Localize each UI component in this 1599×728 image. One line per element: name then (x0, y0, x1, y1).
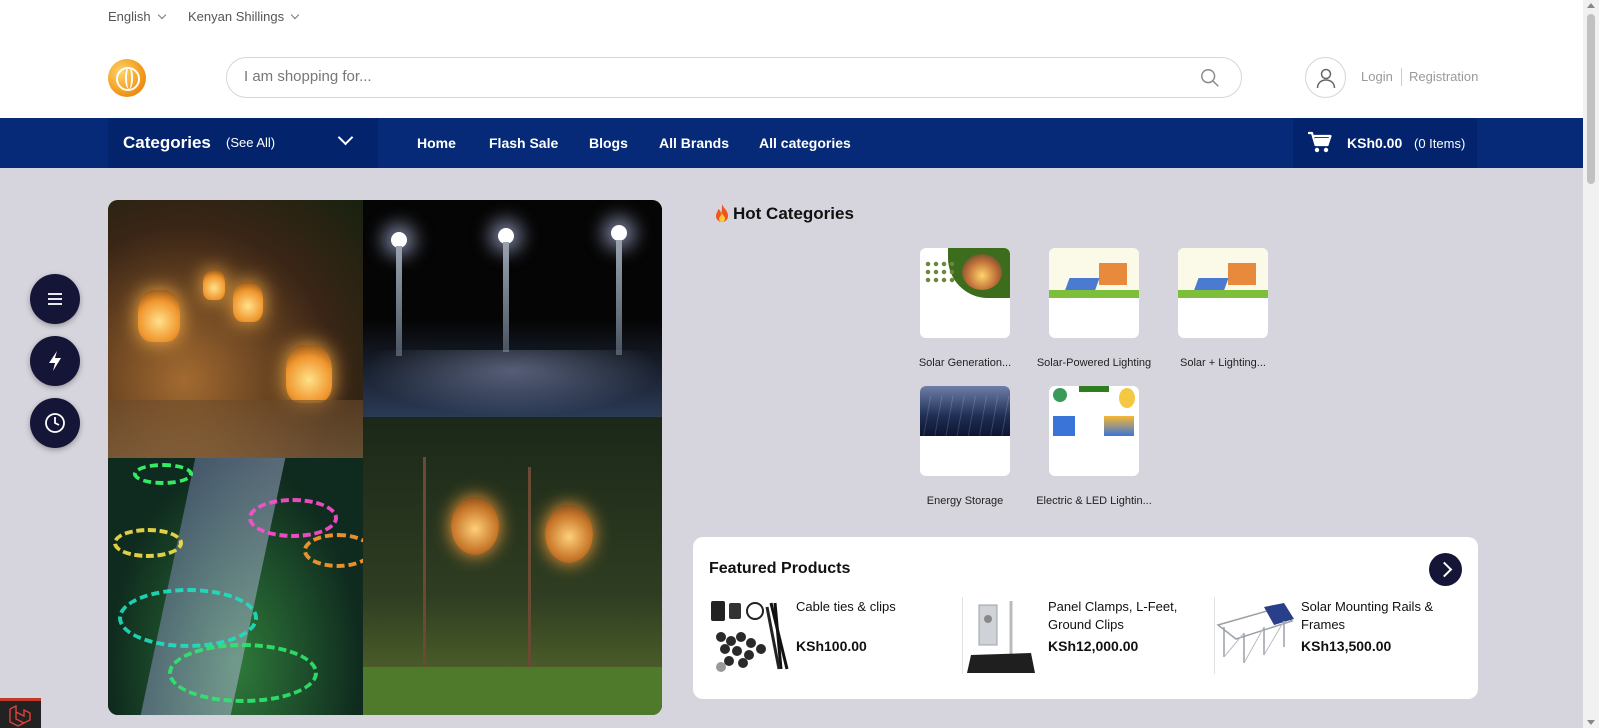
language-selector[interactable]: English (108, 9, 166, 24)
banner-image-hanging-lanterns (363, 417, 662, 715)
banner-image-path-lights (108, 458, 363, 715)
main-nav: Categories (See All) Home Flash Sale Blo… (0, 118, 1583, 168)
clock-icon (45, 413, 65, 433)
product-card[interactable]: Solar Mounting Rails & Frames KSh13,500.… (1214, 597, 1464, 677)
header: Login Registration (0, 32, 1583, 118)
menu-button[interactable] (30, 274, 80, 324)
debug-bar-logo[interactable] (0, 698, 41, 728)
categories-title: Categories (123, 133, 211, 152)
currency-selector[interactable]: Kenyan Shillings (188, 9, 300, 24)
cart-amount: KSh0.00 (1347, 135, 1403, 151)
registration-link[interactable]: Registration (1409, 69, 1478, 84)
user-avatar[interactable] (1305, 57, 1346, 98)
product-name: Panel Clamps, L-Feet, Ground Clips (1048, 599, 1178, 632)
see-all-link[interactable]: (See All) (226, 135, 275, 150)
cart-button[interactable]: KSh0.00 (0 Items) (1293, 118, 1477, 168)
category-card-solar-generation[interactable] (920, 248, 1010, 338)
laravel-icon (9, 704, 31, 727)
hot-categories-label: Hot Categories (733, 204, 854, 223)
nav-link-all-categories[interactable]: All categories (759, 135, 851, 151)
category-label[interactable]: Energy Storage (903, 495, 1027, 507)
scrollbar-thumb[interactable] (1587, 14, 1595, 184)
nav-link-all-brands[interactable]: All Brands (659, 135, 729, 151)
product-image-panel-clamps (967, 601, 1035, 673)
category-card-electric-led-lighting[interactable] (1049, 386, 1139, 476)
cart-icon (1308, 131, 1332, 153)
lightning-icon (49, 351, 61, 371)
menu-icon (48, 293, 62, 305)
featured-products: Featured Products Cable ties & clips KSh… (693, 537, 1478, 699)
search-input[interactable] (244, 68, 1144, 85)
nav-link-home[interactable]: Home (417, 135, 456, 151)
category-card-solar-plus-lighting[interactable] (1178, 248, 1268, 338)
login-link[interactable]: Login (1361, 69, 1393, 84)
hero-banner[interactable] (108, 200, 662, 715)
product-name: Solar Mounting Rails & Frames (1301, 599, 1434, 632)
product-card[interactable]: Panel Clamps, L-Feet, Ground Clips KSh12… (961, 597, 1211, 677)
chevron-down-icon (157, 10, 166, 20)
site-logo[interactable] (108, 59, 146, 97)
nav-link-blogs[interactable]: Blogs (589, 135, 628, 151)
category-label[interactable]: Solar Generation... (903, 357, 1027, 369)
banner-image-lamp-posts (363, 200, 662, 417)
nav-link-flash-sale[interactable]: Flash Sale (489, 135, 558, 151)
language-label: English (108, 9, 151, 24)
product-price: KSh100.00 (796, 638, 867, 654)
scroll-up-icon[interactable] (1587, 3, 1595, 8)
search-bar (226, 57, 1242, 98)
chevron-down-icon (290, 10, 300, 20)
category-label[interactable]: Solar-Powered Lighting (1032, 357, 1156, 369)
product-price: KSh13,500.00 (1301, 638, 1392, 654)
user-icon (1316, 68, 1335, 88)
auth-divider (1401, 68, 1402, 86)
search-icon[interactable] (1199, 67, 1221, 89)
category-label[interactable]: Electric & LED Lightin... (1032, 495, 1156, 507)
cart-items-count: (0 Items) (1414, 136, 1466, 151)
featured-products-title: Featured Products (709, 560, 851, 577)
chevron-right-icon[interactable] (1429, 553, 1462, 586)
categories-dropdown[interactable]: Categories (See All) (108, 118, 378, 168)
category-card-solar-powered-lighting[interactable] (1049, 248, 1139, 338)
category-label[interactable]: Solar + Lighting... (1161, 357, 1285, 369)
top-bar: English Kenyan Shillings (0, 0, 1583, 32)
product-card[interactable]: Cable ties & clips KSh100.00 (709, 597, 959, 677)
product-name: Cable ties & clips (796, 599, 896, 614)
product-price: KSh12,000.00 (1048, 638, 1139, 654)
flash-sale-button[interactable] (30, 336, 80, 386)
product-image-cable-ties (711, 601, 789, 672)
scroll-down-icon[interactable] (1587, 720, 1595, 725)
currency-label: Kenyan Shillings (188, 9, 285, 24)
recent-button[interactable] (30, 398, 80, 448)
chevron-down-icon (337, 129, 354, 146)
product-image-mounting-rails (1216, 603, 1294, 664)
banner-image-lanterns (108, 200, 363, 458)
hot-categories-title: Hot Categories (713, 203, 854, 225)
category-card-energy-storage[interactable] (920, 386, 1010, 476)
flame-icon (716, 204, 728, 222)
